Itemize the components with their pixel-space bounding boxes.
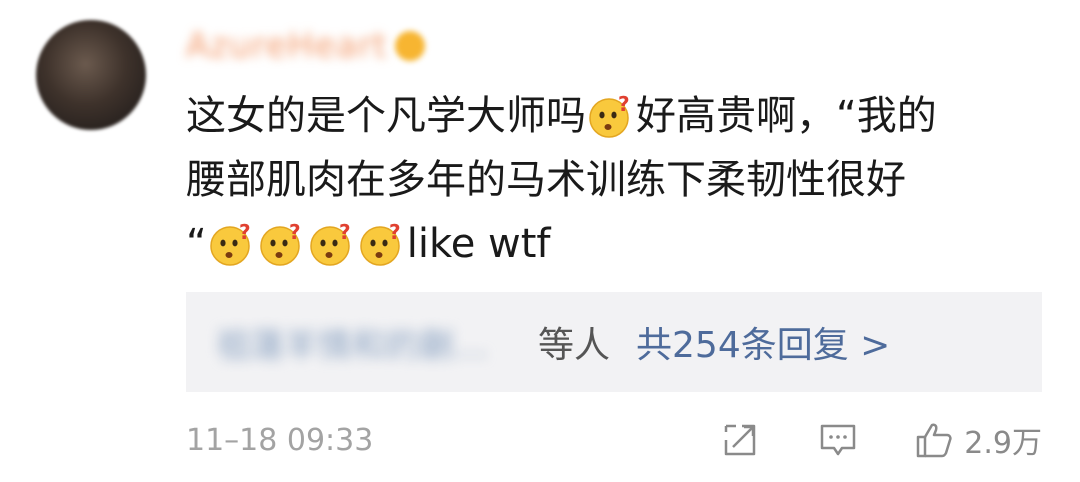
- comment-text-segment: 好高贵啊，“我的: [636, 93, 937, 139]
- comment-line: “???? like wtf: [186, 212, 1046, 276]
- confused-face-emoji-icon: ?: [359, 221, 401, 266]
- comment-text: 这女的是个凡学大师吗? 好高贵啊，“我的 腰部肌肉在多年的马术训练下柔韧性很好 “…: [186, 84, 1046, 276]
- comment-text-segment: like wtf: [406, 221, 551, 267]
- comment-text-segment: 腰部肌肉在多年的马术训练下柔韧性很好: [186, 157, 906, 203]
- confused-face-emoji-icon: ?: [209, 221, 251, 266]
- comment-line: 这女的是个凡学大师吗? 好高贵啊，“我的: [186, 84, 1046, 148]
- comment-line: 腰部肌肉在多年的马术训练下柔韧性很好: [186, 148, 1046, 212]
- svg-text:?: ?: [389, 221, 401, 244]
- confused-face-emoji-icon: ?: [259, 221, 301, 266]
- like-group[interactable]: 2.9万: [914, 418, 1042, 462]
- reply-others-label: 等人: [538, 325, 611, 366]
- confused-face-emoji-icon: ?: [309, 221, 351, 266]
- username-row: AzureHeart: [186, 22, 426, 70]
- confused-face-emoji-icon: ?: [589, 93, 630, 138]
- comment-actions: 2.9万: [720, 418, 1042, 462]
- verified-badge-icon: [395, 31, 426, 61]
- comment-text-segment: “: [186, 221, 207, 267]
- comment-text-segment: 这女的是个凡学大师吗: [186, 93, 586, 139]
- svg-text:?: ?: [239, 221, 251, 244]
- svg-text:?: ?: [618, 93, 630, 116]
- username[interactable]: AzureHeart: [186, 26, 387, 66]
- view-replies-link[interactable]: 共254条回复 >: [636, 316, 890, 368]
- thumbs-up-icon[interactable]: [914, 420, 954, 460]
- comment-footer: 11–18 09:33 2.9万: [186, 414, 1042, 466]
- avatar[interactable]: [36, 20, 146, 130]
- svg-text:?: ?: [339, 221, 351, 244]
- svg-text:?: ?: [289, 221, 301, 244]
- replies-preview[interactable]: 祖蓮羊情和的蒯… 等人 共254条回复 >: [186, 292, 1042, 392]
- share-icon[interactable]: [720, 420, 760, 460]
- like-count: 2.9万: [964, 426, 1042, 461]
- comment-icon[interactable]: [818, 420, 858, 460]
- reply-usernames: 祖蓮羊情和的蒯…: [216, 325, 488, 366]
- comment-timestamp: 11–18 09:33: [186, 422, 374, 458]
